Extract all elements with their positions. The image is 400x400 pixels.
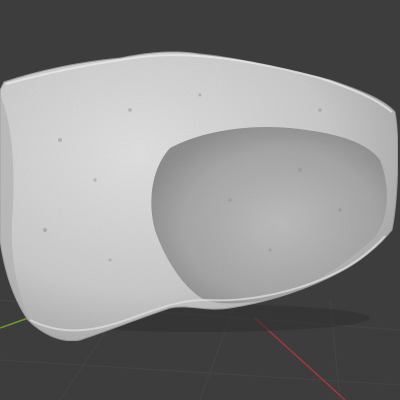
rock-model[interactable] (0, 0, 400, 400)
rock-shaded-facet (151, 126, 387, 304)
3d-viewport[interactable] (0, 0, 400, 400)
